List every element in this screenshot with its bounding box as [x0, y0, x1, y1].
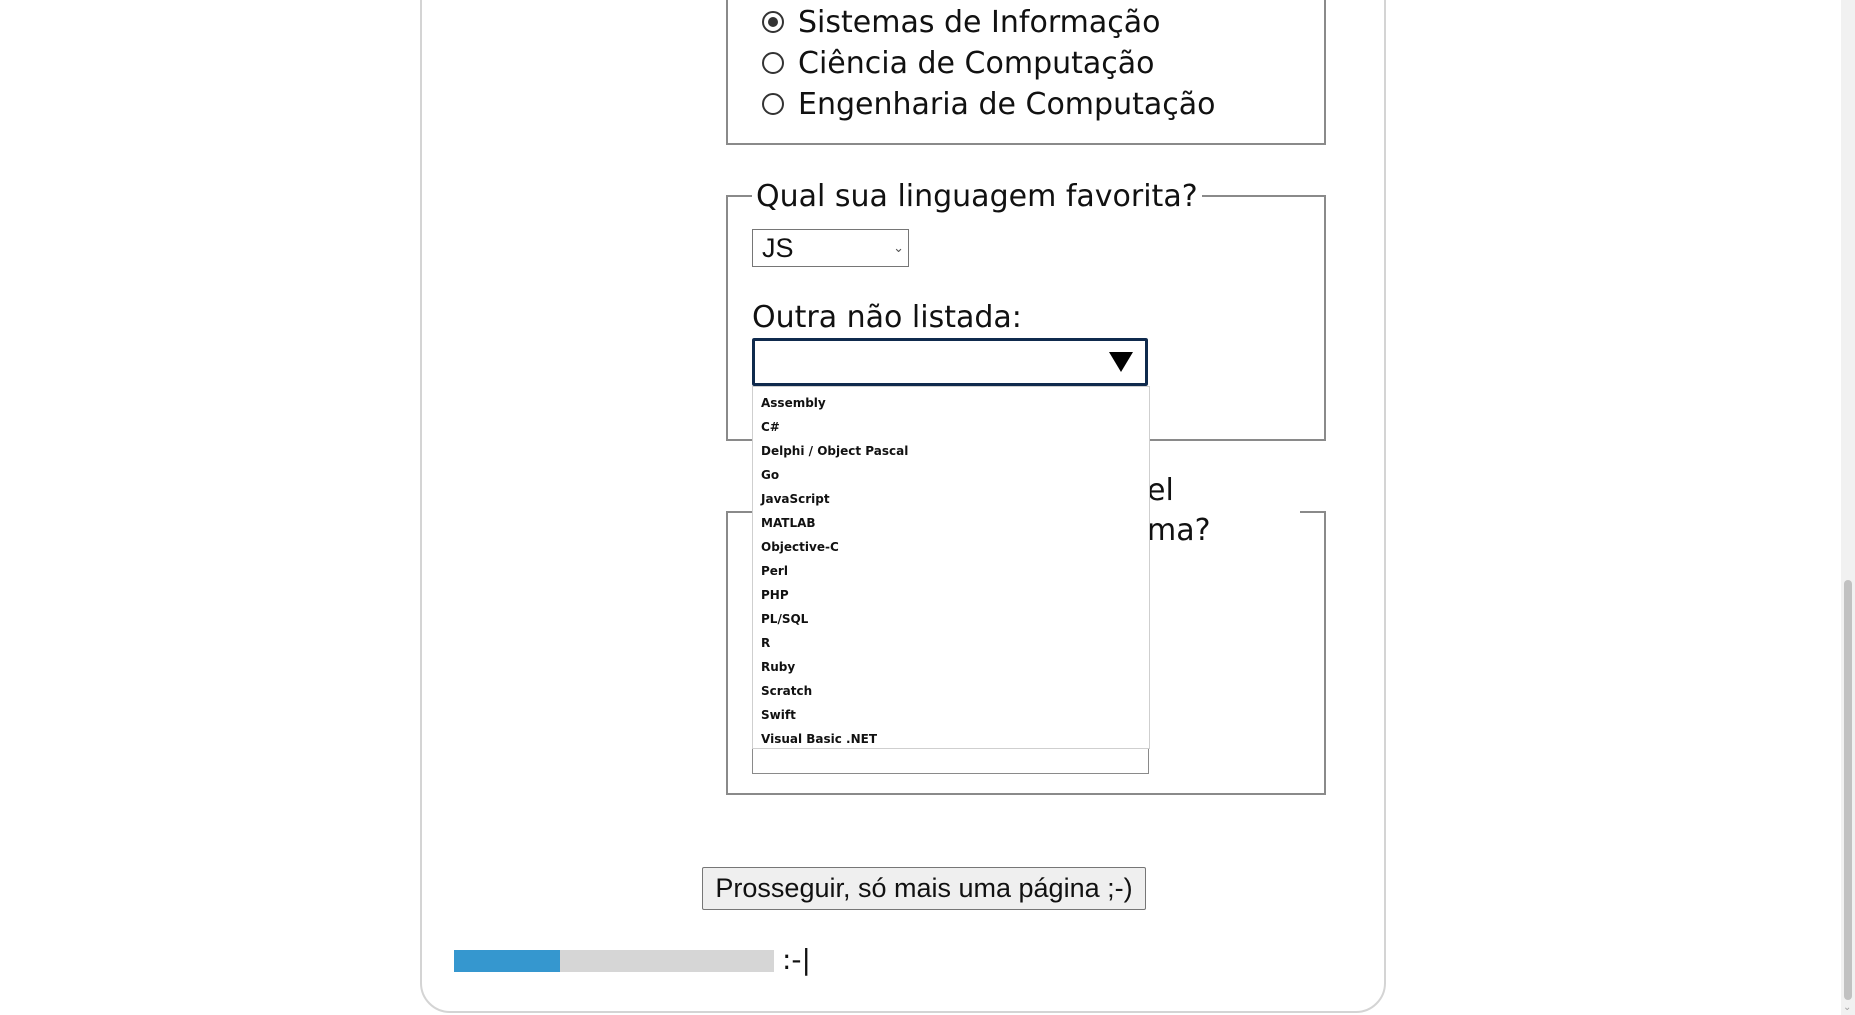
radio-button[interactable] — [762, 11, 784, 33]
dropdown-option[interactable]: Go — [753, 463, 1149, 487]
chevron-down-icon: ⌄ — [893, 240, 904, 255]
next-legend-line1: el — [1147, 473, 1174, 508]
progress-face-text: :-| — [782, 943, 811, 976]
dropdown-option[interactable]: Visual Basic .NET — [753, 727, 1149, 751]
scrollbar-thumb[interactable] — [1844, 580, 1852, 1000]
dropdown-option[interactable]: C# — [753, 415, 1149, 439]
dropdown-option[interactable]: Delphi / Object Pascal — [753, 439, 1149, 463]
dropdown-option[interactable]: Assembly — [753, 391, 1149, 415]
radio-button[interactable] — [762, 93, 784, 115]
radio-label: Ciência de Computação — [798, 45, 1155, 81]
dropdown-option[interactable]: Scratch — [753, 679, 1149, 703]
radio-option-ciencia[interactable]: Ciência de Computação — [762, 43, 1155, 83]
next-page-button[interactable]: Prosseguir, só mais uma página ;-) — [702, 867, 1146, 910]
dropdown-option[interactable]: R — [753, 631, 1149, 655]
next-text-input[interactable] — [752, 748, 1149, 774]
other-language-combobox[interactable] — [751, 337, 1149, 387]
dropdown-option[interactable]: Objective-C — [753, 535, 1149, 559]
radio-option-sistemas[interactable]: Sistemas de Informação — [762, 2, 1160, 42]
dropdown-option[interactable]: Ruby — [753, 655, 1149, 679]
radio-button[interactable] — [762, 52, 784, 74]
other-language-dropdown-list[interactable]: Assembly C# Delphi / Object Pascal Go Ja… — [752, 386, 1150, 749]
dropdown-option[interactable]: JavaScript — [753, 487, 1149, 511]
dropdown-option[interactable]: PL/SQL — [753, 607, 1149, 631]
dropdown-option[interactable]: MATLAB — [753, 511, 1149, 535]
language-legend: Qual sua linguagem favorita? — [752, 178, 1202, 216]
selected-language: JS — [762, 233, 794, 263]
progress-bar — [454, 950, 774, 972]
scroll-down-arrow-icon[interactable]: ⌄ — [1843, 1002, 1851, 1013]
favorite-language-select[interactable]: JS ⌄ — [752, 229, 909, 267]
dropdown-option[interactable]: Perl — [753, 559, 1149, 583]
other-language-label: Outra não listada: — [752, 300, 1022, 335]
dropdown-arrow-icon[interactable] — [1109, 352, 1133, 372]
next-legend-line2: ma? — [1147, 513, 1211, 548]
page-scrollbar[interactable]: ⌄ — [1841, 0, 1855, 1015]
survey-page: Sistemas de Informação Ciência de Comput… — [0, 0, 1855, 1015]
radio-option-engenharia[interactable]: Engenharia de Computação — [762, 84, 1215, 124]
radio-label: Engenharia de Computação — [798, 86, 1216, 122]
dropdown-option[interactable]: PHP — [753, 583, 1149, 607]
dropdown-option[interactable]: Swift — [753, 703, 1149, 727]
radio-label: Sistemas de Informação — [798, 4, 1161, 40]
progress-bar-fill — [454, 950, 560, 972]
